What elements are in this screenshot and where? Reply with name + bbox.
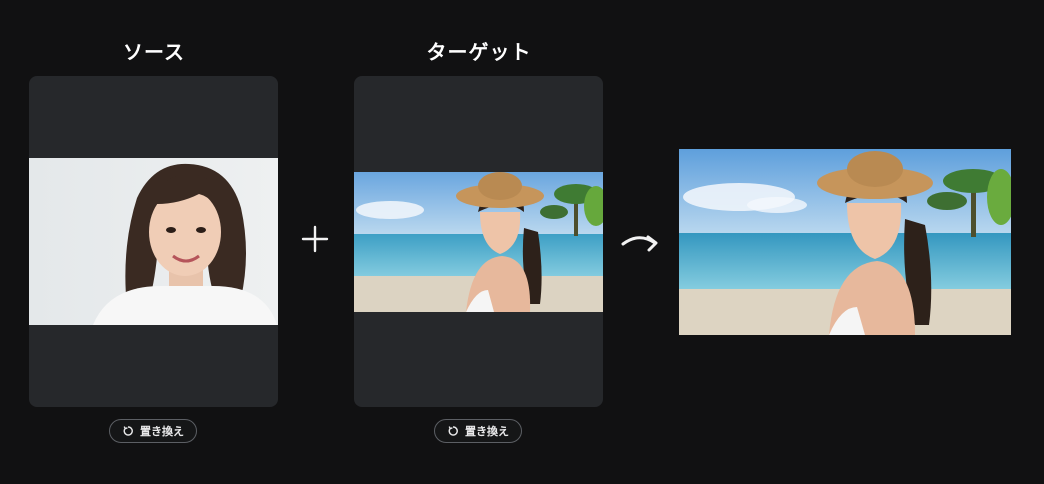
result-image [679, 149, 1011, 335]
target-title: ターゲット [426, 40, 532, 64]
refresh-icon [123, 426, 133, 436]
plus-icon [301, 225, 329, 253]
target-replace-button[interactable]: 置き換え [434, 419, 522, 443]
target-replace-label: 置き換え [465, 425, 509, 438]
target-panel[interactable] [354, 76, 603, 407]
curved-arrow-right-icon [621, 235, 658, 252]
source-replace-button[interactable]: 置き換え [109, 419, 197, 443]
source-panel[interactable] [29, 76, 278, 407]
source-replace-label: 置き換え [140, 425, 184, 438]
target-image [354, 172, 603, 312]
refresh-icon [448, 426, 458, 436]
source-image [29, 158, 278, 325]
source-title: ソース [123, 40, 185, 64]
